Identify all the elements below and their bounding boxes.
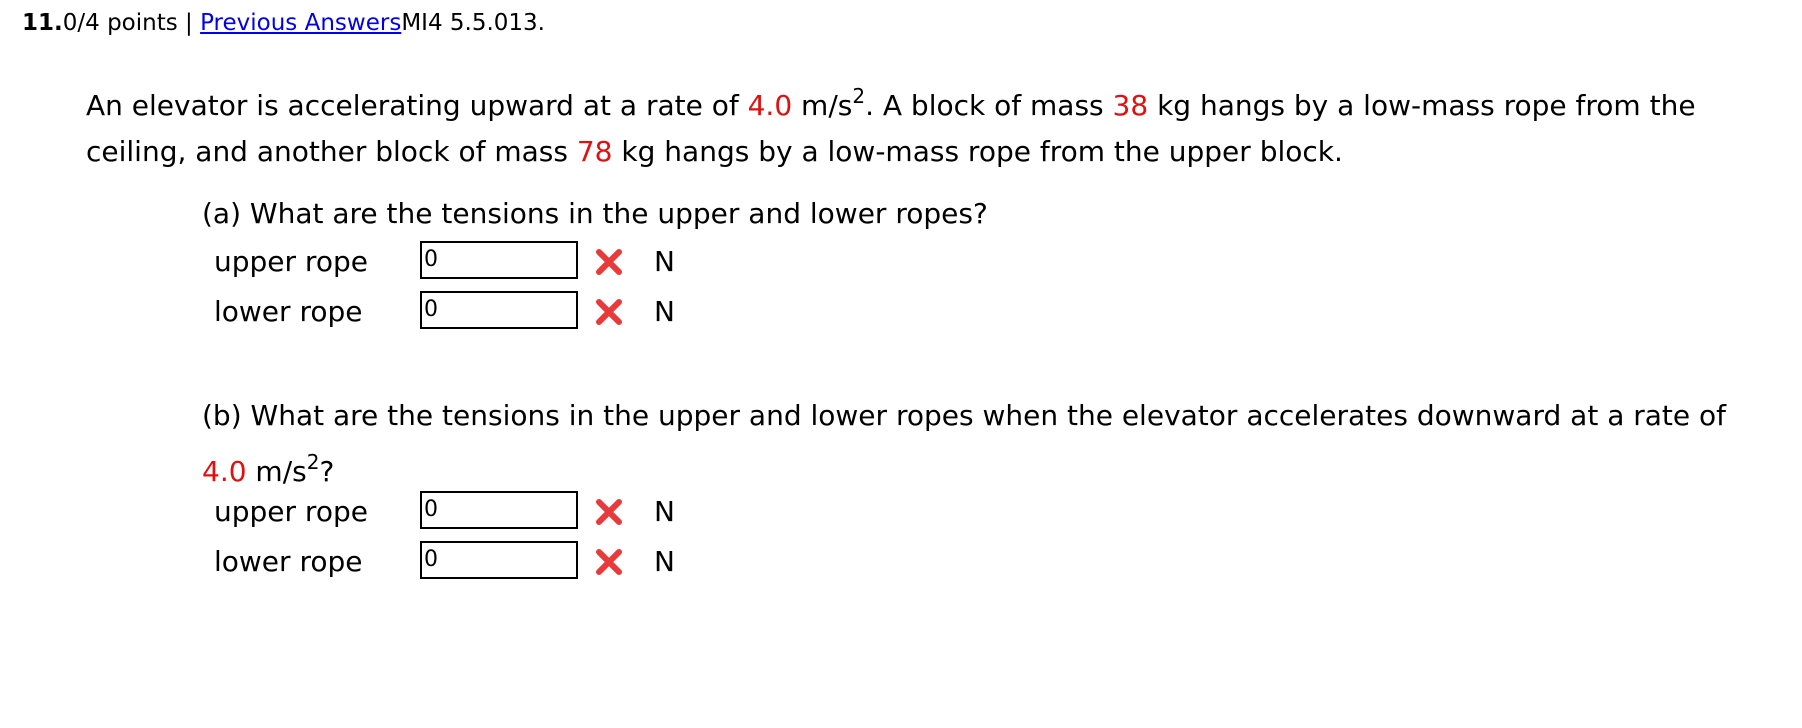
unit-label: N <box>654 495 675 528</box>
question-header: 11.0/4 points | Previous AnswersMI4 5.5.… <box>22 10 545 36</box>
points-label: 0/4 points | <box>62 10 193 36</box>
unit-label: N <box>654 245 675 278</box>
upper-rope-label: upper rope <box>214 495 368 528</box>
part-b-acceleration-value: 4.0 <box>202 455 247 488</box>
mass-2-value: 78 <box>576 135 613 168</box>
acceleration-value: 4.0 <box>747 89 793 122</box>
part-b-lower-rope-input[interactable] <box>420 541 578 579</box>
unit-exponent: 2 <box>306 450 320 474</box>
incorrect-x-icon <box>596 249 622 275</box>
part-a-upper-rope-input[interactable] <box>420 241 578 279</box>
problem-text: kg hangs by a low-mass rope from the upp… <box>612 135 1343 168</box>
upper-rope-label: upper rope <box>214 245 368 278</box>
part-a-question: (a) What are the tensions in the upper a… <box>202 197 988 230</box>
unit-exponent: 2 <box>852 84 866 108</box>
lower-rope-label: lower rope <box>214 295 363 328</box>
incorrect-x-icon <box>596 549 622 575</box>
question-number: 11. <box>22 10 63 36</box>
part-b-text: (b) What are the tensions in the upper a… <box>202 399 1727 432</box>
problem-text: An elevator is accelerating upward at a … <box>86 89 748 122</box>
unit-label: N <box>654 545 675 578</box>
previous-answers-link[interactable]: Previous Answers <box>200 10 401 36</box>
part-b-upper-rope-input[interactable] <box>420 491 578 529</box>
part-b-unit-text: m/s <box>246 455 307 488</box>
part-b-text: ? <box>319 455 335 488</box>
part-a-lower-rope-input[interactable] <box>420 291 578 329</box>
unit-label: N <box>654 295 675 328</box>
incorrect-x-icon <box>596 499 622 525</box>
incorrect-x-icon <box>596 299 622 325</box>
problem-statement: An elevator is accelerating upward at a … <box>86 83 1786 175</box>
problem-code: MI4 5.5.013. <box>401 10 545 36</box>
problem-unit-text: m/s <box>792 89 853 122</box>
problem-text: . A block of mass <box>865 89 1113 122</box>
mass-1-value: 38 <box>1112 89 1149 122</box>
lower-rope-label: lower rope <box>214 545 363 578</box>
part-b-question: (b) What are the tensions in the upper a… <box>202 388 1726 500</box>
